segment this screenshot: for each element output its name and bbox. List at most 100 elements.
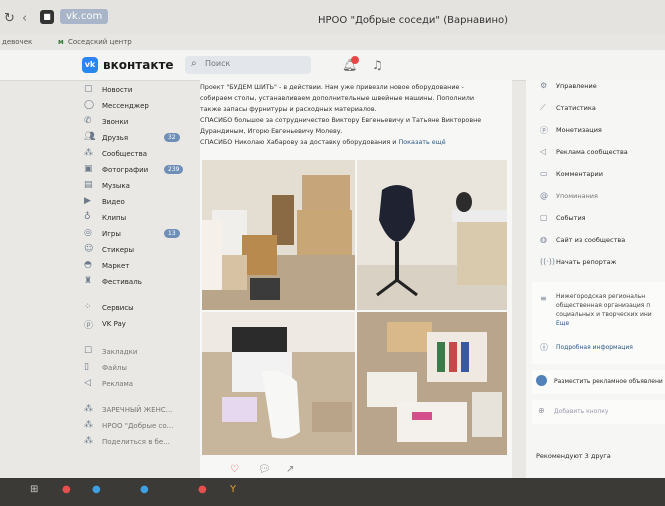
broadcast-icon: ((·)) <box>540 257 556 266</box>
sidebar-item-video[interactable]: ▶ Видео <box>82 196 182 210</box>
sidebar-item-label: Реклама <box>102 380 134 388</box>
sidebar-item-market[interactable]: ◓ Маркет <box>82 260 182 274</box>
notification-badge <box>351 56 359 64</box>
festival-icon: ♜ <box>84 276 93 286</box>
stickers-icon: ☺ <box>84 244 94 254</box>
app-icon[interactable]: ● <box>62 484 71 495</box>
about-more-link[interactable]: Еще <box>556 319 652 328</box>
add-button-label: Добавить кнопку <box>554 408 609 415</box>
info-icon: ≡ <box>540 294 547 303</box>
bookmark-item[interactable]: Соседский центр <box>68 38 132 46</box>
plus-icon: ⊕ <box>538 406 545 415</box>
menu-label: Упоминания <box>556 192 598 200</box>
sidebar-item-festival[interactable]: ♜ Фестиваль <box>82 276 182 290</box>
sidebar-item-group[interactable]: ⁂ НРОО "Добрые со... <box>82 420 182 434</box>
games-badge: 13 <box>164 229 180 238</box>
bookmark-item[interactable]: девочек <box>2 38 32 46</box>
about-line: Нижегородская региональн <box>556 293 646 300</box>
mentions-icon: @ <box>540 191 548 200</box>
sidebar-item-communities[interactable]: ⁂ Сообщества <box>82 148 182 162</box>
browser-titlebar: ↻ ‹ ■ vk.com НРОО "Добрые соседи" (Варна… <box>0 0 665 34</box>
sidebar-item-label: Игры <box>102 230 121 238</box>
about-line: общественная организация п <box>556 302 651 309</box>
sidebar-item-services[interactable]: ⁘ Сервисы <box>82 302 182 316</box>
sidebar-item-bookmarks[interactable]: ☐ Закладки <box>82 346 182 360</box>
menu-label: Сайт из сообщества <box>556 236 626 244</box>
address-bar[interactable]: vk.com <box>60 9 109 24</box>
sidebar-item-label: Новости <box>102 86 133 94</box>
sidebar-item-label: Стикеры <box>102 246 135 254</box>
sidebar-item-friends[interactable]: 👥︎ Друзья 32 <box>82 132 182 146</box>
bookmarks-bar: девочек м Соседский центр <box>0 34 665 50</box>
comment-icon[interactable]: 💬︎ <box>258 464 271 475</box>
ad-label: Разместить рекламное объявлени <box>554 378 663 385</box>
start-icon[interactable]: ⊞ <box>30 484 38 495</box>
photos-icon: ▣ <box>84 164 93 174</box>
post-line: СПАСИБО Николаю Хабарову за доставку обо… <box>200 137 512 148</box>
vk-brand[interactable]: вконтакте <box>103 58 174 72</box>
menu-label: Начать репортаж <box>556 258 617 266</box>
communities-icon: ⁂ <box>84 148 93 158</box>
ad-card[interactable]: Разместить рекламное объявлени <box>532 370 665 394</box>
more-info-link[interactable]: Подробная информация <box>556 344 633 351</box>
sidebar-item-ads[interactable]: ◁ Реклама <box>82 378 182 392</box>
manage-icon: ⚙ <box>540 81 548 90</box>
comments-icon: ▭ <box>540 169 548 178</box>
group-icon: ⁂ <box>84 404 93 414</box>
sidebar-item-label: Видео <box>102 198 125 206</box>
sidebar-item-label: Мессенджер <box>102 102 149 110</box>
app-icon[interactable]: ● <box>140 484 149 495</box>
post-line: СПАСИБО большое за сотрудничество Виктор… <box>200 116 482 124</box>
menu-label: Комментарии <box>556 170 603 178</box>
sidebar-item-photos[interactable]: ▣ Фотографии 239 <box>82 164 184 178</box>
vk-logo-icon[interactable]: vk <box>82 57 98 73</box>
sidebar-item-files[interactable]: ▯ Файлы <box>82 362 182 376</box>
photo-mannequin[interactable] <box>357 160 507 310</box>
photo-mannequin-art <box>357 160 507 310</box>
ads-icon: ◁ <box>84 378 91 388</box>
sidebar-item-group[interactable]: ⁂ Поделиться в бе... <box>82 436 182 450</box>
browser-icon[interactable]: ● <box>92 484 101 495</box>
group-icon: ⁂ <box>84 420 93 430</box>
music-icon: ▤ <box>84 180 93 190</box>
stats-icon: ⟋ <box>540 103 546 112</box>
sidebar-item-music[interactable]: ▤ Музыка <box>82 180 182 194</box>
app-icon[interactable]: ● <box>198 484 207 495</box>
sidebar-item-calls[interactable]: ✆ Звонки <box>82 116 182 130</box>
sidebar-item-group[interactable]: ⁂ ЗАРЕЧНЫЙ ЖЕНС... <box>82 404 182 418</box>
page-title: НРОО "Добрые соседи" (Варнавино) <box>318 15 509 26</box>
sidebar-item-news[interactable]: ▢ Новости <box>82 84 182 98</box>
music-icon[interactable]: ♫ <box>372 58 383 72</box>
more-info-icon: ⓘ <box>540 343 548 352</box>
screen: ↻ ‹ ■ vk.com НРОО "Добрые соседи" (Варна… <box>0 0 665 490</box>
vkpay-icon: ⓟ <box>84 321 94 331</box>
reload-icon[interactable]: ↻ <box>4 11 15 26</box>
photo-boxes-art <box>202 160 355 310</box>
photos-badge: 239 <box>164 165 184 174</box>
monetization-icon: ⓟ <box>540 126 548 135</box>
sidebar-item-clips[interactable]: ♁ Клипы <box>82 212 182 226</box>
bookmark-icon: м <box>58 38 64 46</box>
share-icon[interactable]: ↗ <box>286 464 294 475</box>
os-taskbar: ⊞ ● ● ● ● Y <box>0 478 665 506</box>
photo-supplies[interactable] <box>357 312 507 455</box>
photo-kettle-art <box>202 312 355 455</box>
show-more-link[interactable]: Показать ещё <box>398 138 445 146</box>
sidebar-item-label: VK Pay <box>102 320 126 328</box>
sidebar-item-vkpay[interactable]: ⓟ VK Pay <box>82 318 182 332</box>
sidebar-item-stickers[interactable]: ☺ Стикеры <box>82 244 182 258</box>
recommend-title: Рекомендуют 3 друга <box>536 452 611 460</box>
menu-label: Реклама сообщества <box>556 148 628 156</box>
search-input[interactable] <box>203 58 307 69</box>
app-icon[interactable]: Y <box>230 484 236 495</box>
like-icon[interactable]: ♡ <box>230 464 239 475</box>
photo-boxes[interactable] <box>202 160 355 310</box>
photo-kettle[interactable] <box>202 312 355 455</box>
post-line: собираем столы, устанавливаем дополнител… <box>200 94 475 102</box>
search-box[interactable]: ⌕ <box>185 56 311 74</box>
sidebar-item-games[interactable]: ◎ Игры 13 <box>82 228 182 242</box>
back-icon[interactable]: ‹ <box>22 11 27 26</box>
sidebar-item-label: Маркет <box>102 262 130 270</box>
add-button-card[interactable]: ⊕ Добавить кнопку <box>532 400 665 424</box>
sidebar-item-messenger[interactable]: ◯ Мессенджер <box>82 100 182 114</box>
